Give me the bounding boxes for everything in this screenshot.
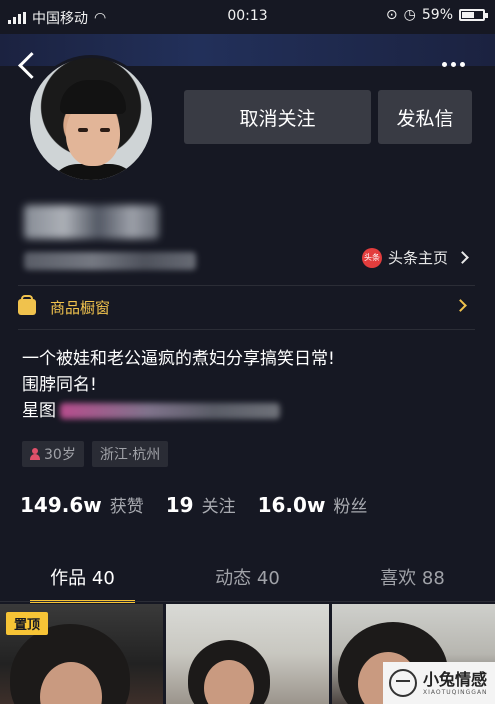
age-tag: 30岁: [22, 441, 84, 467]
battery-level-fill: [462, 12, 474, 18]
toutiao-label: 头条主页: [388, 249, 449, 267]
unfollow-button[interactable]: 取消关注: [184, 90, 371, 144]
followers-stat[interactable]: 16.0w 粉丝: [258, 492, 368, 517]
shop-window-row[interactable]: 商品橱窗: [18, 286, 475, 328]
shop-icon: [18, 295, 36, 315]
bio-star-prefix: 星图: [22, 401, 56, 421]
rotation-lock-icon: ⊙: [385, 7, 398, 23]
user-id-blurred: [24, 252, 196, 270]
chevron-right-icon: [454, 299, 467, 312]
followers-count: 16.0w: [257, 493, 326, 517]
profile-stats: 149.6w 获赞 19 关注 16.0w 粉丝: [20, 492, 367, 517]
rabbit-logo-icon: [389, 669, 417, 697]
video-thumbnail[interactable]: 置顶: [0, 604, 163, 704]
chevron-right-icon: [456, 251, 469, 264]
location-tag: 浙江·杭州: [91, 441, 169, 467]
likes-count: 149.6w: [20, 493, 102, 517]
followers-label: 粉丝: [333, 497, 368, 517]
battery-icon: [459, 9, 488, 21]
person-icon: [30, 448, 40, 460]
following-count: 19: [165, 493, 194, 517]
toutiao-logo-icon: 头条: [362, 247, 382, 268]
bio-line: 星图: [22, 398, 335, 424]
avatar[interactable]: [27, 55, 155, 183]
age-label: 30岁: [44, 447, 76, 463]
video-grid: 置顶 小兔情感 XIAOTUQINGGAN: [0, 604, 495, 704]
divider: [18, 329, 475, 330]
divider: [0, 601, 495, 602]
bio-line: 一个被娃和老公逼疯的煮妇分享搞笑日常!: [22, 349, 335, 369]
alarm-icon: ◷: [403, 7, 416, 23]
following-label: 关注: [201, 497, 236, 517]
likes-stat[interactable]: 149.6w 获赞: [20, 492, 144, 517]
more-dots-icon[interactable]: [442, 62, 465, 67]
tab-likes[interactable]: 喜欢 88: [330, 555, 495, 599]
pinned-badge: 置顶: [6, 612, 49, 635]
watermark-logo: 小兔情感 XIAOTUQINGGAN: [383, 662, 495, 704]
redacted-text: [60, 403, 280, 419]
toutiao-homepage-link[interactable]: 头条 头条主页: [362, 247, 469, 268]
tab-activity[interactable]: 动态 40: [165, 555, 330, 599]
shop-window-label: 商品橱窗: [50, 298, 111, 317]
likes-label: 获赞: [109, 497, 144, 517]
following-stat[interactable]: 19 关注: [166, 492, 236, 517]
battery-percent: 59%: [421, 7, 453, 23]
location-label: 浙江·杭州: [99, 447, 161, 463]
status-right: ⊙ ◷ 59%: [385, 7, 488, 23]
username-blurred: [24, 205, 159, 239]
bio-line: 围脖同名!: [22, 375, 97, 395]
watermark-subtext: XIAOTUQINGGAN: [423, 688, 488, 696]
content-tabs: 作品 40 动态 40 喜欢 88: [0, 555, 495, 603]
profile-tags: 30岁 浙江·杭州: [22, 441, 169, 467]
watermark-text: 小兔情感: [423, 669, 488, 689]
status-bar: 中国移动 ◠ 00:13 ⊙ ◷ 59%: [0, 0, 495, 34]
tab-works[interactable]: 作品 40: [0, 555, 165, 603]
bio: 一个被娃和老公逼疯的煮妇分享搞笑日常! 围脖同名! 星图: [22, 346, 335, 424]
video-thumbnail[interactable]: 小兔情感 XIAOTUQINGGAN: [332, 604, 495, 704]
video-thumbnail[interactable]: [166, 604, 329, 704]
send-message-button[interactable]: 发私信: [378, 90, 472, 144]
